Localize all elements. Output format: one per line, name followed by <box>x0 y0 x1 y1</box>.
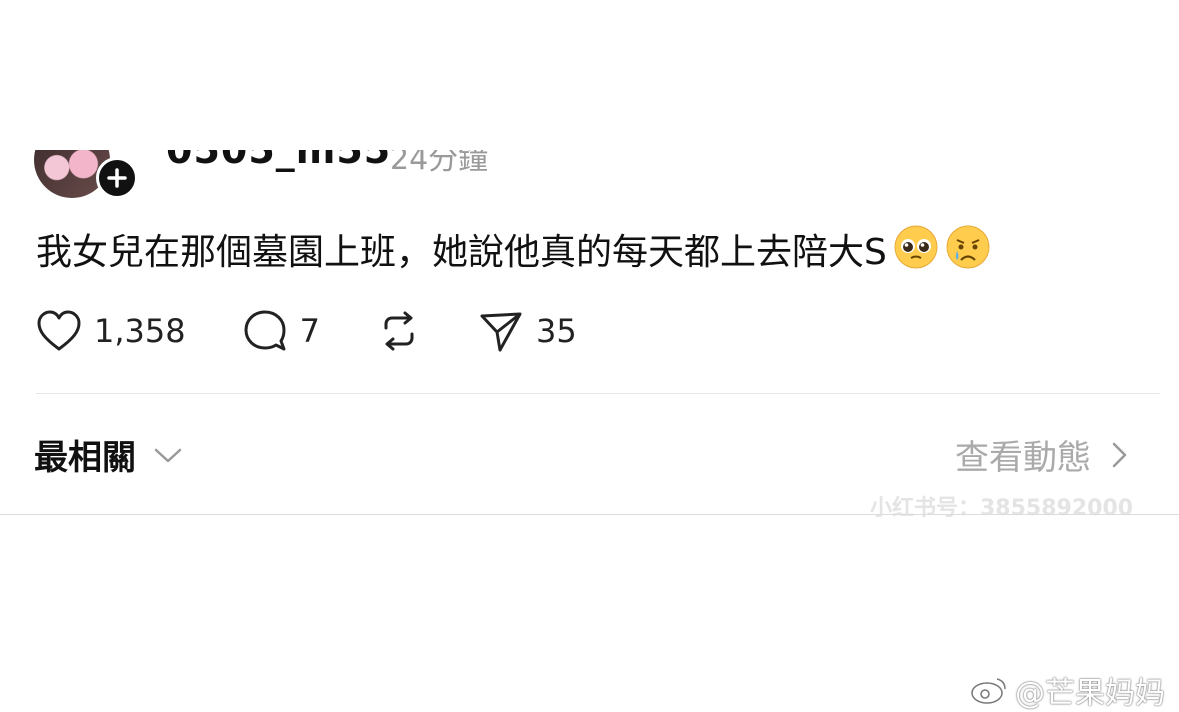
chevron-down-icon <box>154 448 182 462</box>
weibo-handle: @芒果妈妈 <box>1015 676 1165 711</box>
timestamp: 24分鐘 <box>390 150 489 177</box>
pleading-face-icon <box>893 224 939 284</box>
divider <box>36 393 1160 394</box>
post-body: 我女兒在那個墓園上班，她說他真的每天都上去陪大S <box>36 224 991 284</box>
chevron-right-icon <box>1112 442 1127 467</box>
action-bar: 1,358 7 35 <box>36 306 633 356</box>
comment-count: 7 <box>299 312 320 350</box>
username[interactable]: 0505_m55 <box>166 150 391 172</box>
like-button[interactable]: 1,358 <box>36 309 186 353</box>
divider <box>0 514 1179 515</box>
comment-button[interactable]: 7 <box>242 308 320 354</box>
view-activity-label: 查看動態 <box>955 438 1091 478</box>
crying-face-icon <box>945 224 991 284</box>
post-text: 我女兒在那個墓園上班，她說他真的每天都上去陪大S <box>36 232 887 273</box>
comment-icon <box>244 310 286 351</box>
repost-button[interactable] <box>376 308 422 354</box>
weibo-watermark: @芒果妈妈 <box>969 668 1165 712</box>
share-button[interactable]: 35 <box>478 308 577 354</box>
follow-button[interactable] <box>96 157 138 199</box>
share-count: 35 <box>535 312 577 350</box>
sort-label: 最相關 <box>34 438 136 478</box>
like-count: 1,358 <box>94 312 186 350</box>
send-icon <box>480 312 522 352</box>
repost-icon <box>384 311 414 351</box>
view-activity-link[interactable]: 查看動態 <box>955 430 1131 479</box>
post-header: 0505_m55 24分鐘 <box>0 150 1179 200</box>
heart-icon <box>37 310 81 351</box>
weibo-icon <box>971 678 1006 704</box>
sort-dropdown[interactable]: 最相關 <box>34 430 186 479</box>
plus-icon <box>107 168 127 188</box>
xiaohongshu-watermark: 小红书号：3855892000 <box>870 496 1134 521</box>
